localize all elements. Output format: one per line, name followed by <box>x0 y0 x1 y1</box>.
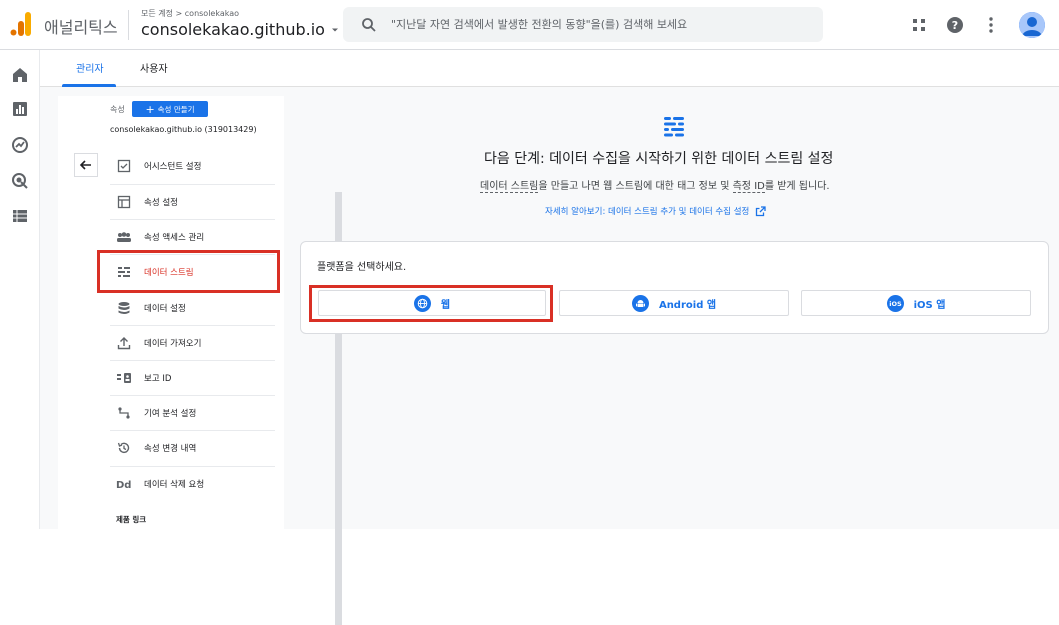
subtitle-text: 을 만들고 나면 웹 스트림에 대한 태그 정보 및 <box>538 181 733 192</box>
tab-admin[interactable]: 관리자 <box>76 60 104 75</box>
streams-icon <box>664 117 684 137</box>
dd-icon: Dd <box>116 476 132 492</box>
divider <box>128 10 129 40</box>
arrow-back-icon <box>79 160 91 170</box>
history-icon <box>116 440 132 456</box>
page-title: 다음 단계: 데이터 수집을 시작하기 위한 데이터 스트림 설정 <box>484 151 834 167</box>
svg-text:?: ? <box>952 19 958 32</box>
more-vert-icon[interactable] <box>979 13 1003 37</box>
property-label: 속성 <box>110 105 125 114</box>
explore-icon[interactable] <box>11 136 29 154</box>
menu-item-label: 보고 ID <box>144 373 172 384</box>
highlight-box <box>97 250 280 293</box>
menu-item-property-settings[interactable]: 속성 설정 <box>110 184 275 218</box>
people-icon <box>116 229 132 245</box>
page-subtitle: 데이터 스트림을 만들고 나면 웹 스트림에 대한 태그 정보 및 측정 ID를… <box>480 177 830 193</box>
data-stream-term[interactable]: 데이터 스트림 <box>480 181 539 193</box>
menu-item-label: 속성 설정 <box>144 197 178 208</box>
menu-item-label: 속성 변경 내역 <box>144 443 197 454</box>
menu-item-data-import[interactable]: 데이터 가져오기 <box>110 325 275 359</box>
ios-icon: iOS <box>886 294 904 312</box>
create-property-label: 속성 만들기 <box>157 104 195 114</box>
tab-bar: 관리자 사용자 <box>40 50 1059 87</box>
list-icon[interactable] <box>11 207 29 225</box>
attribution-icon <box>116 405 132 421</box>
menu-item-label: 속성 액세스 관리 <box>144 232 205 243</box>
menu-item-data-deletion[interactable]: Dd 데이터 삭제 요청 <box>110 466 275 500</box>
menu-item-attribution-settings[interactable]: 기여 분석 설정 <box>110 395 275 429</box>
plus-icon: + <box>145 102 155 116</box>
menu-item-label: 데이터 삭제 요청 <box>144 479 205 490</box>
top-bar: 애널리틱스 모든 계정 > consolekakao consolekakao.… <box>0 0 1059 50</box>
menu-item-label: 어시스턴트 설정 <box>144 162 202 172</box>
learn-more-label: 자세히 알아보기: 데이터 스트림 추가 및 데이터 수집 설정 <box>545 207 750 217</box>
search-icon <box>362 17 376 32</box>
search-input[interactable] <box>391 18 811 31</box>
menu-item-label: 기여 분석 설정 <box>144 408 197 419</box>
product-name: 애널리틱스 <box>44 18 118 37</box>
left-nav <box>0 50 40 529</box>
layout-icon <box>116 194 132 210</box>
open-in-new-icon <box>756 205 766 216</box>
search-bar[interactable] <box>343 7 823 42</box>
upload-icon <box>116 335 132 351</box>
svg-text:Dd: Dd <box>116 480 131 490</box>
menu-item-access-management[interactable]: 속성 액세스 관리 <box>110 219 275 253</box>
measurement-id-term[interactable]: 측정 ID <box>732 181 765 193</box>
avatar[interactable] <box>1019 12 1045 38</box>
database-icon <box>116 300 132 316</box>
highlight-box-web <box>309 285 553 322</box>
chevron-down-icon <box>331 28 338 31</box>
platform-prompt: 플랫폼을 선택하세요. <box>317 262 407 273</box>
tab-user[interactable]: 사용자 <box>140 60 168 75</box>
android-label: Android 앱 <box>658 299 717 311</box>
android-icon <box>631 294 649 312</box>
menu-item-label: 데이터 가져오기 <box>144 338 202 349</box>
analytics-logo[interactable] <box>10 12 32 36</box>
breadcrumb[interactable]: 모든 계정 > consolekakao <box>141 8 239 19</box>
create-property-button[interactable]: + 속성 만들기 <box>132 101 208 117</box>
menu-item-data-settings[interactable]: 데이터 설정 <box>110 290 275 324</box>
menu-item-label: 데이터 설정 <box>144 303 186 314</box>
ios-platform-button[interactable]: iOS iOS 앱 <box>801 290 1031 316</box>
back-button[interactable] <box>74 153 98 177</box>
account-name: consolekakao.github.io <box>141 20 325 39</box>
learn-more-link[interactable]: 자세히 알아보기: 데이터 스트림 추가 및 데이터 수집 설정 <box>545 205 766 217</box>
help-icon[interactable]: ? <box>943 13 967 37</box>
id-icon <box>116 370 132 386</box>
reports-icon[interactable] <box>11 100 29 118</box>
svg-text:iOS: iOS <box>889 300 902 308</box>
advertising-icon[interactable] <box>11 172 29 190</box>
menu-item-reporting-id[interactable]: 보고 ID <box>110 360 275 394</box>
menu-item-assistant-settings[interactable]: 어시스턴트 설정 <box>110 149 275 183</box>
home-icon[interactable] <box>11 66 29 84</box>
apps-icon[interactable] <box>907 13 931 37</box>
checklist-icon <box>116 158 132 174</box>
ios-label: iOS 앱 <box>913 299 946 311</box>
menu-item-change-history[interactable]: 속성 변경 내역 <box>110 430 275 464</box>
property-name[interactable]: consolekakao.github.io (319013429) <box>110 125 257 134</box>
subtitle-text-end: 를 받게 됩니다. <box>764 181 830 192</box>
account-selector[interactable]: consolekakao.github.io <box>141 20 341 39</box>
section-title-product-links: 제품 링크 <box>116 515 147 524</box>
android-platform-button[interactable]: Android 앱 <box>559 290 789 316</box>
